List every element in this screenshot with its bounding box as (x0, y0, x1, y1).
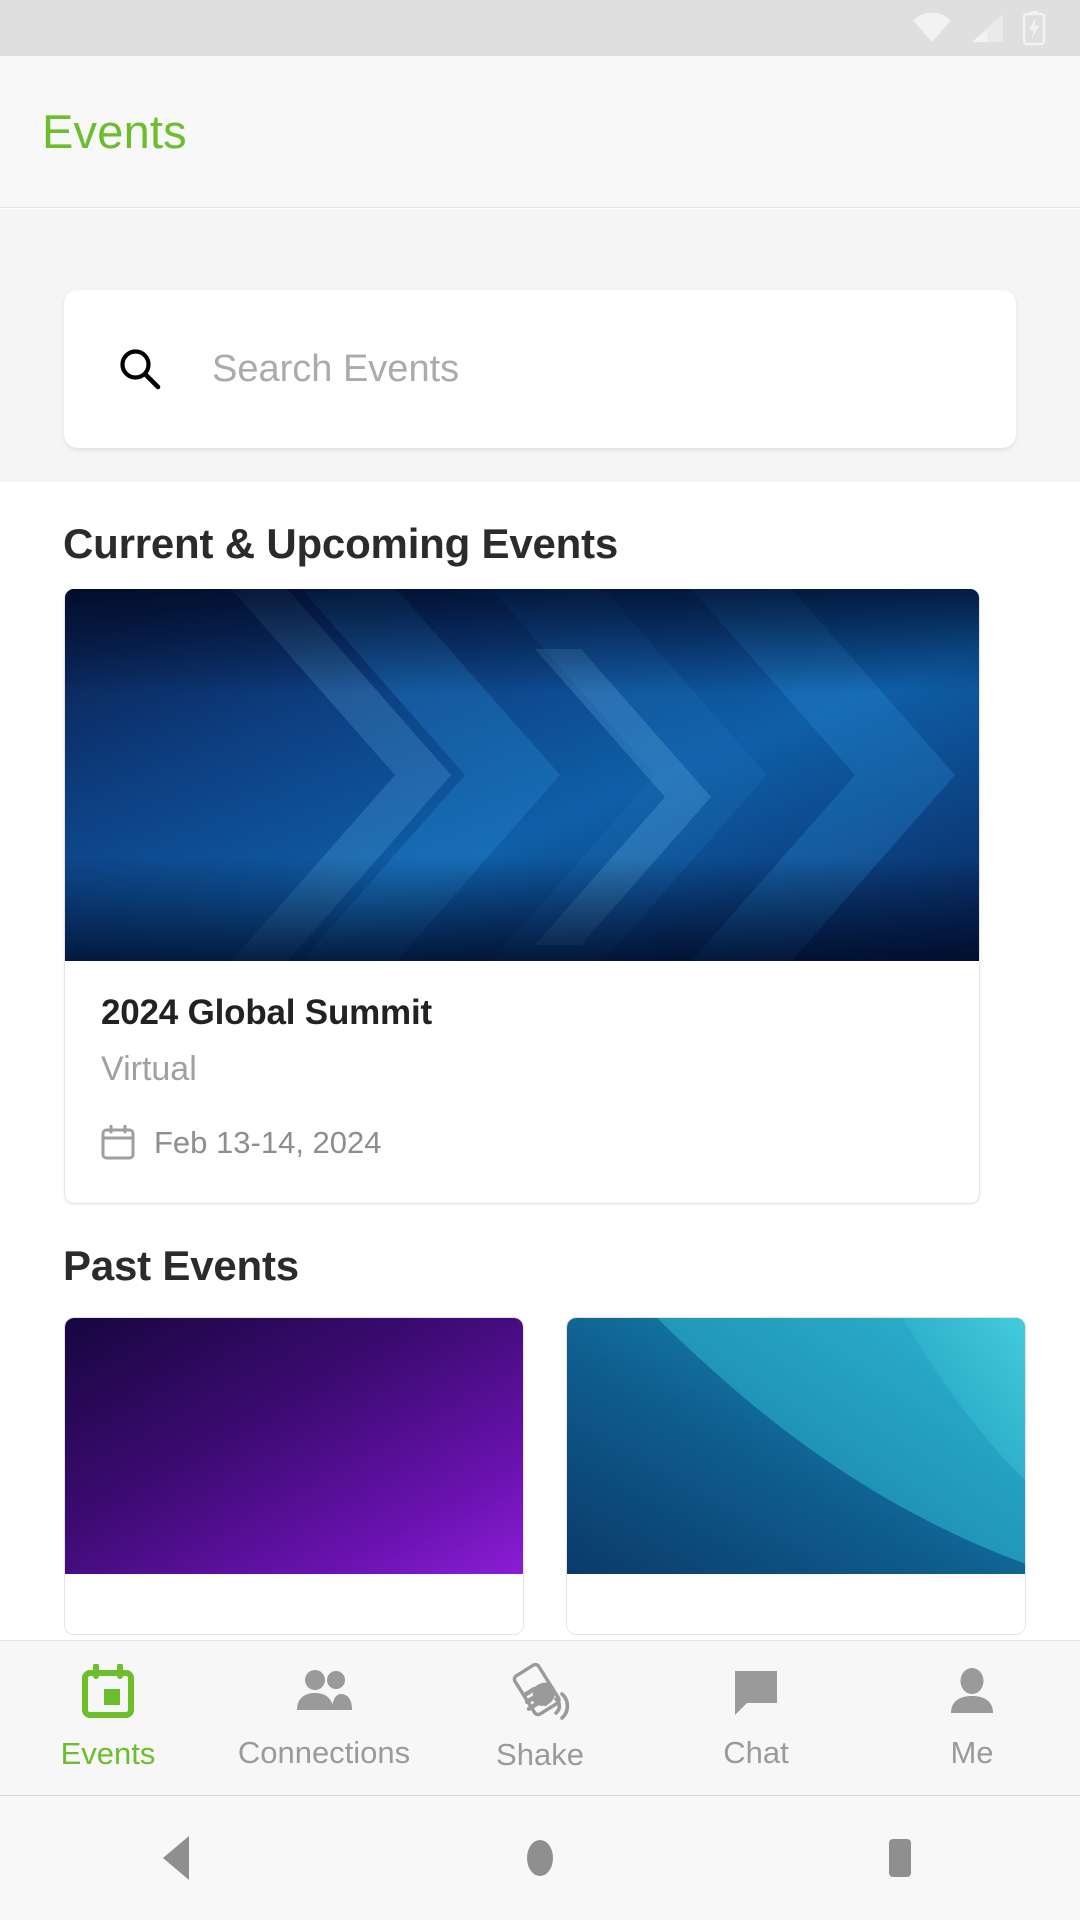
page-title: Events (42, 105, 187, 158)
home-button[interactable] (460, 1796, 620, 1920)
nav-label: Shake (496, 1737, 584, 1772)
event-card-body: 2024 Global Summit Virtual Feb 13-14, 20… (65, 961, 979, 1203)
app-screen: Events Search Events Current & Upcoming … (0, 0, 1080, 1920)
back-triangle-icon (163, 1836, 189, 1880)
past-events-grid (64, 1317, 1080, 1635)
event-location: Virtual (101, 1050, 197, 1088)
nav-label: Connections (237, 1735, 411, 1770)
back-button[interactable] (100, 1796, 260, 1920)
nav-item-me[interactable]: Me (864, 1641, 1080, 1795)
event-card-body (567, 1574, 1025, 1634)
nav-item-chat[interactable]: Chat (648, 1641, 864, 1795)
recents-square-icon (889, 1839, 911, 1877)
event-title: 2024 Global Summit (101, 993, 432, 1032)
cellular-signal-icon (972, 14, 1003, 42)
event-date: Feb 13-14, 2024 (154, 1125, 382, 1160)
battery-charging-icon (1022, 11, 1046, 46)
recents-button[interactable] (820, 1796, 980, 1920)
status-bar (0, 0, 1080, 56)
section-heading-current: Current & Upcoming Events (63, 520, 619, 567)
bottom-navigation: Events Connections Shake Chat Me (0, 1640, 1080, 1795)
nav-label: Me (950, 1735, 994, 1770)
app-bar: Events (0, 56, 1080, 208)
shake-phone-icon (512, 1663, 570, 1720)
calendar-icon (101, 1125, 135, 1160)
event-banner-image (567, 1318, 1025, 1574)
nav-item-connections[interactable]: Connections (216, 1641, 432, 1795)
chat-bubble-icon (735, 1671, 777, 1715)
search-input[interactable]: Search Events (212, 348, 459, 391)
event-card-featured[interactable]: 2024 Global Summit Virtual Feb 13-14, 20… (64, 589, 980, 1204)
event-card-past-1[interactable] (64, 1317, 524, 1635)
search-bar[interactable]: Search Events (64, 290, 1016, 448)
android-navigation-bar (0, 1795, 1080, 1920)
event-banner-image (65, 589, 979, 961)
nav-label: Events (60, 1736, 156, 1771)
people-icon (297, 1670, 352, 1710)
wifi-icon (913, 13, 951, 42)
event-date-row: Feb 13-14, 2024 (101, 1125, 979, 1161)
content-scroll[interactable]: Current & Upcoming Events 2024 Global Su… (0, 482, 1080, 1640)
person-icon (951, 1668, 993, 1713)
nav-label: Chat (723, 1735, 789, 1770)
event-banner-image (65, 1318, 523, 1574)
nav-item-shake[interactable]: Shake (432, 1641, 648, 1795)
home-circle-icon (527, 1840, 553, 1876)
nav-item-events[interactable]: Events (0, 1641, 216, 1795)
event-card-past-2[interactable] (566, 1317, 1026, 1635)
search-icon (120, 349, 161, 390)
section-heading-past: Past Events (63, 1242, 299, 1289)
calendar-event-icon (82, 1664, 134, 1718)
search-section: Search Events (0, 209, 1080, 482)
event-card-body (65, 1574, 523, 1634)
